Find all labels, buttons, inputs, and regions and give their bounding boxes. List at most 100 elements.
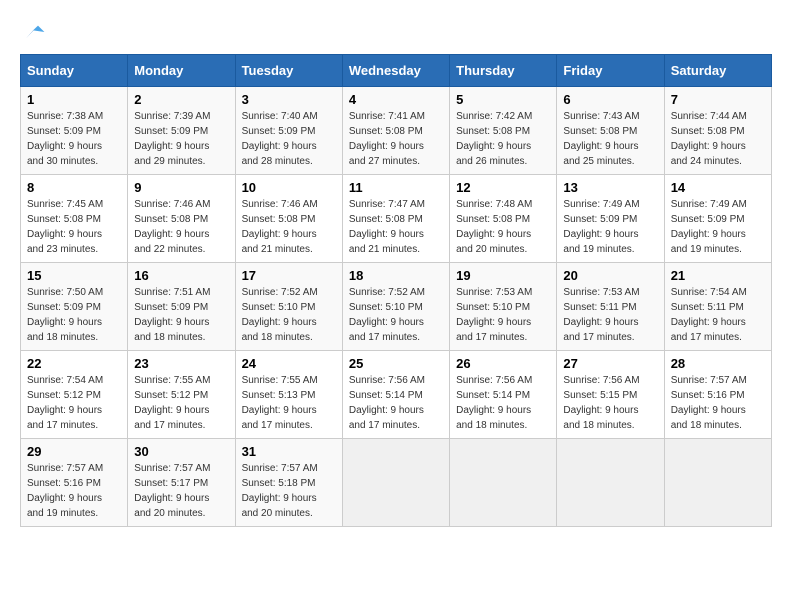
day-info: Sunrise: 7:56 AM Sunset: 5:14 PM Dayligh… xyxy=(456,373,550,433)
day-info: Sunrise: 7:43 AM Sunset: 5:08 PM Dayligh… xyxy=(563,109,657,169)
calendar-week-row: 15 Sunrise: 7:50 AM Sunset: 5:09 PM Dayl… xyxy=(21,263,772,351)
calendar-day-cell: 24 Sunrise: 7:55 AM Sunset: 5:13 PM Dayl… xyxy=(235,351,342,439)
day-info: Sunrise: 7:53 AM Sunset: 5:11 PM Dayligh… xyxy=(563,285,657,345)
logo xyxy=(20,20,46,44)
calendar-day-cell: 8 Sunrise: 7:45 AM Sunset: 5:08 PM Dayli… xyxy=(21,175,128,263)
day-info: Sunrise: 7:41 AM Sunset: 5:08 PM Dayligh… xyxy=(349,109,443,169)
calendar-day-cell: 6 Sunrise: 7:43 AM Sunset: 5:08 PM Dayli… xyxy=(557,87,664,175)
day-number: 2 xyxy=(134,92,228,107)
day-number: 26 xyxy=(456,356,550,371)
calendar-day-cell: 19 Sunrise: 7:53 AM Sunset: 5:10 PM Dayl… xyxy=(450,263,557,351)
calendar-day-cell: 17 Sunrise: 7:52 AM Sunset: 5:10 PM Dayl… xyxy=(235,263,342,351)
day-number: 5 xyxy=(456,92,550,107)
day-number: 19 xyxy=(456,268,550,283)
logo-icon xyxy=(22,20,46,44)
weekday-header: Monday xyxy=(128,55,235,87)
calendar-day-cell: 15 Sunrise: 7:50 AM Sunset: 5:09 PM Dayl… xyxy=(21,263,128,351)
day-info: Sunrise: 7:40 AM Sunset: 5:09 PM Dayligh… xyxy=(242,109,336,169)
day-info: Sunrise: 7:57 AM Sunset: 5:18 PM Dayligh… xyxy=(242,461,336,521)
calendar-day-cell: 5 Sunrise: 7:42 AM Sunset: 5:08 PM Dayli… xyxy=(450,87,557,175)
calendar-day-cell: 23 Sunrise: 7:55 AM Sunset: 5:12 PM Dayl… xyxy=(128,351,235,439)
calendar-day-cell: 13 Sunrise: 7:49 AM Sunset: 5:09 PM Dayl… xyxy=(557,175,664,263)
calendar-week-row: 1 Sunrise: 7:38 AM Sunset: 5:09 PM Dayli… xyxy=(21,87,772,175)
day-number: 23 xyxy=(134,356,228,371)
day-info: Sunrise: 7:46 AM Sunset: 5:08 PM Dayligh… xyxy=(134,197,228,257)
calendar-day-cell: 4 Sunrise: 7:41 AM Sunset: 5:08 PM Dayli… xyxy=(342,87,449,175)
day-number: 30 xyxy=(134,444,228,459)
day-number: 21 xyxy=(671,268,765,283)
calendar-day-cell: 12 Sunrise: 7:48 AM Sunset: 5:08 PM Dayl… xyxy=(450,175,557,263)
day-number: 24 xyxy=(242,356,336,371)
day-info: Sunrise: 7:57 AM Sunset: 5:17 PM Dayligh… xyxy=(134,461,228,521)
day-info: Sunrise: 7:52 AM Sunset: 5:10 PM Dayligh… xyxy=(349,285,443,345)
day-number: 18 xyxy=(349,268,443,283)
day-number: 17 xyxy=(242,268,336,283)
calendar-week-row: 22 Sunrise: 7:54 AM Sunset: 5:12 PM Dayl… xyxy=(21,351,772,439)
day-info: Sunrise: 7:49 AM Sunset: 5:09 PM Dayligh… xyxy=(671,197,765,257)
calendar-table: SundayMondayTuesdayWednesdayThursdayFrid… xyxy=(20,54,772,527)
calendar-day-cell xyxy=(557,439,664,527)
day-number: 13 xyxy=(563,180,657,195)
day-info: Sunrise: 7:51 AM Sunset: 5:09 PM Dayligh… xyxy=(134,285,228,345)
day-info: Sunrise: 7:56 AM Sunset: 5:15 PM Dayligh… xyxy=(563,373,657,433)
calendar-day-cell xyxy=(342,439,449,527)
calendar-day-cell: 9 Sunrise: 7:46 AM Sunset: 5:08 PM Dayli… xyxy=(128,175,235,263)
day-info: Sunrise: 7:47 AM Sunset: 5:08 PM Dayligh… xyxy=(349,197,443,257)
day-number: 20 xyxy=(563,268,657,283)
day-info: Sunrise: 7:52 AM Sunset: 5:10 PM Dayligh… xyxy=(242,285,336,345)
day-number: 11 xyxy=(349,180,443,195)
day-number: 15 xyxy=(27,268,121,283)
day-number: 28 xyxy=(671,356,765,371)
weekday-header: Thursday xyxy=(450,55,557,87)
calendar-week-row: 29 Sunrise: 7:57 AM Sunset: 5:16 PM Dayl… xyxy=(21,439,772,527)
day-info: Sunrise: 7:46 AM Sunset: 5:08 PM Dayligh… xyxy=(242,197,336,257)
calendar-day-cell: 10 Sunrise: 7:46 AM Sunset: 5:08 PM Dayl… xyxy=(235,175,342,263)
day-info: Sunrise: 7:55 AM Sunset: 5:12 PM Dayligh… xyxy=(134,373,228,433)
day-number: 1 xyxy=(27,92,121,107)
page-header xyxy=(20,20,772,44)
calendar-day-cell: 27 Sunrise: 7:56 AM Sunset: 5:15 PM Dayl… xyxy=(557,351,664,439)
calendar-day-cell: 29 Sunrise: 7:57 AM Sunset: 5:16 PM Dayl… xyxy=(21,439,128,527)
calendar-day-cell: 16 Sunrise: 7:51 AM Sunset: 5:09 PM Dayl… xyxy=(128,263,235,351)
day-info: Sunrise: 7:38 AM Sunset: 5:09 PM Dayligh… xyxy=(27,109,121,169)
day-info: Sunrise: 7:44 AM Sunset: 5:08 PM Dayligh… xyxy=(671,109,765,169)
calendar-day-cell: 1 Sunrise: 7:38 AM Sunset: 5:09 PM Dayli… xyxy=(21,87,128,175)
calendar-day-cell: 7 Sunrise: 7:44 AM Sunset: 5:08 PM Dayli… xyxy=(664,87,771,175)
calendar-day-cell: 28 Sunrise: 7:57 AM Sunset: 5:16 PM Dayl… xyxy=(664,351,771,439)
calendar-day-cell: 18 Sunrise: 7:52 AM Sunset: 5:10 PM Dayl… xyxy=(342,263,449,351)
day-number: 22 xyxy=(27,356,121,371)
calendar-day-cell: 25 Sunrise: 7:56 AM Sunset: 5:14 PM Dayl… xyxy=(342,351,449,439)
day-number: 8 xyxy=(27,180,121,195)
day-number: 29 xyxy=(27,444,121,459)
day-info: Sunrise: 7:49 AM Sunset: 5:09 PM Dayligh… xyxy=(563,197,657,257)
calendar-day-cell: 22 Sunrise: 7:54 AM Sunset: 5:12 PM Dayl… xyxy=(21,351,128,439)
day-info: Sunrise: 7:53 AM Sunset: 5:10 PM Dayligh… xyxy=(456,285,550,345)
day-info: Sunrise: 7:42 AM Sunset: 5:08 PM Dayligh… xyxy=(456,109,550,169)
day-info: Sunrise: 7:45 AM Sunset: 5:08 PM Dayligh… xyxy=(27,197,121,257)
day-info: Sunrise: 7:50 AM Sunset: 5:09 PM Dayligh… xyxy=(27,285,121,345)
day-info: Sunrise: 7:54 AM Sunset: 5:11 PM Dayligh… xyxy=(671,285,765,345)
day-number: 14 xyxy=(671,180,765,195)
weekday-header: Wednesday xyxy=(342,55,449,87)
calendar-day-cell: 26 Sunrise: 7:56 AM Sunset: 5:14 PM Dayl… xyxy=(450,351,557,439)
day-number: 25 xyxy=(349,356,443,371)
day-number: 31 xyxy=(242,444,336,459)
calendar-day-cell: 3 Sunrise: 7:40 AM Sunset: 5:09 PM Dayli… xyxy=(235,87,342,175)
calendar-day-cell: 20 Sunrise: 7:53 AM Sunset: 5:11 PM Dayl… xyxy=(557,263,664,351)
day-number: 7 xyxy=(671,92,765,107)
day-info: Sunrise: 7:55 AM Sunset: 5:13 PM Dayligh… xyxy=(242,373,336,433)
calendar-day-cell: 14 Sunrise: 7:49 AM Sunset: 5:09 PM Dayl… xyxy=(664,175,771,263)
weekday-header: Sunday xyxy=(21,55,128,87)
calendar-day-cell xyxy=(664,439,771,527)
calendar-week-row: 8 Sunrise: 7:45 AM Sunset: 5:08 PM Dayli… xyxy=(21,175,772,263)
day-info: Sunrise: 7:39 AM Sunset: 5:09 PM Dayligh… xyxy=(134,109,228,169)
day-info: Sunrise: 7:57 AM Sunset: 5:16 PM Dayligh… xyxy=(671,373,765,433)
day-info: Sunrise: 7:57 AM Sunset: 5:16 PM Dayligh… xyxy=(27,461,121,521)
calendar-day-cell xyxy=(450,439,557,527)
weekday-header-row: SundayMondayTuesdayWednesdayThursdayFrid… xyxy=(21,55,772,87)
day-number: 12 xyxy=(456,180,550,195)
calendar-day-cell: 21 Sunrise: 7:54 AM Sunset: 5:11 PM Dayl… xyxy=(664,263,771,351)
calendar-day-cell: 30 Sunrise: 7:57 AM Sunset: 5:17 PM Dayl… xyxy=(128,439,235,527)
weekday-header: Saturday xyxy=(664,55,771,87)
day-number: 10 xyxy=(242,180,336,195)
